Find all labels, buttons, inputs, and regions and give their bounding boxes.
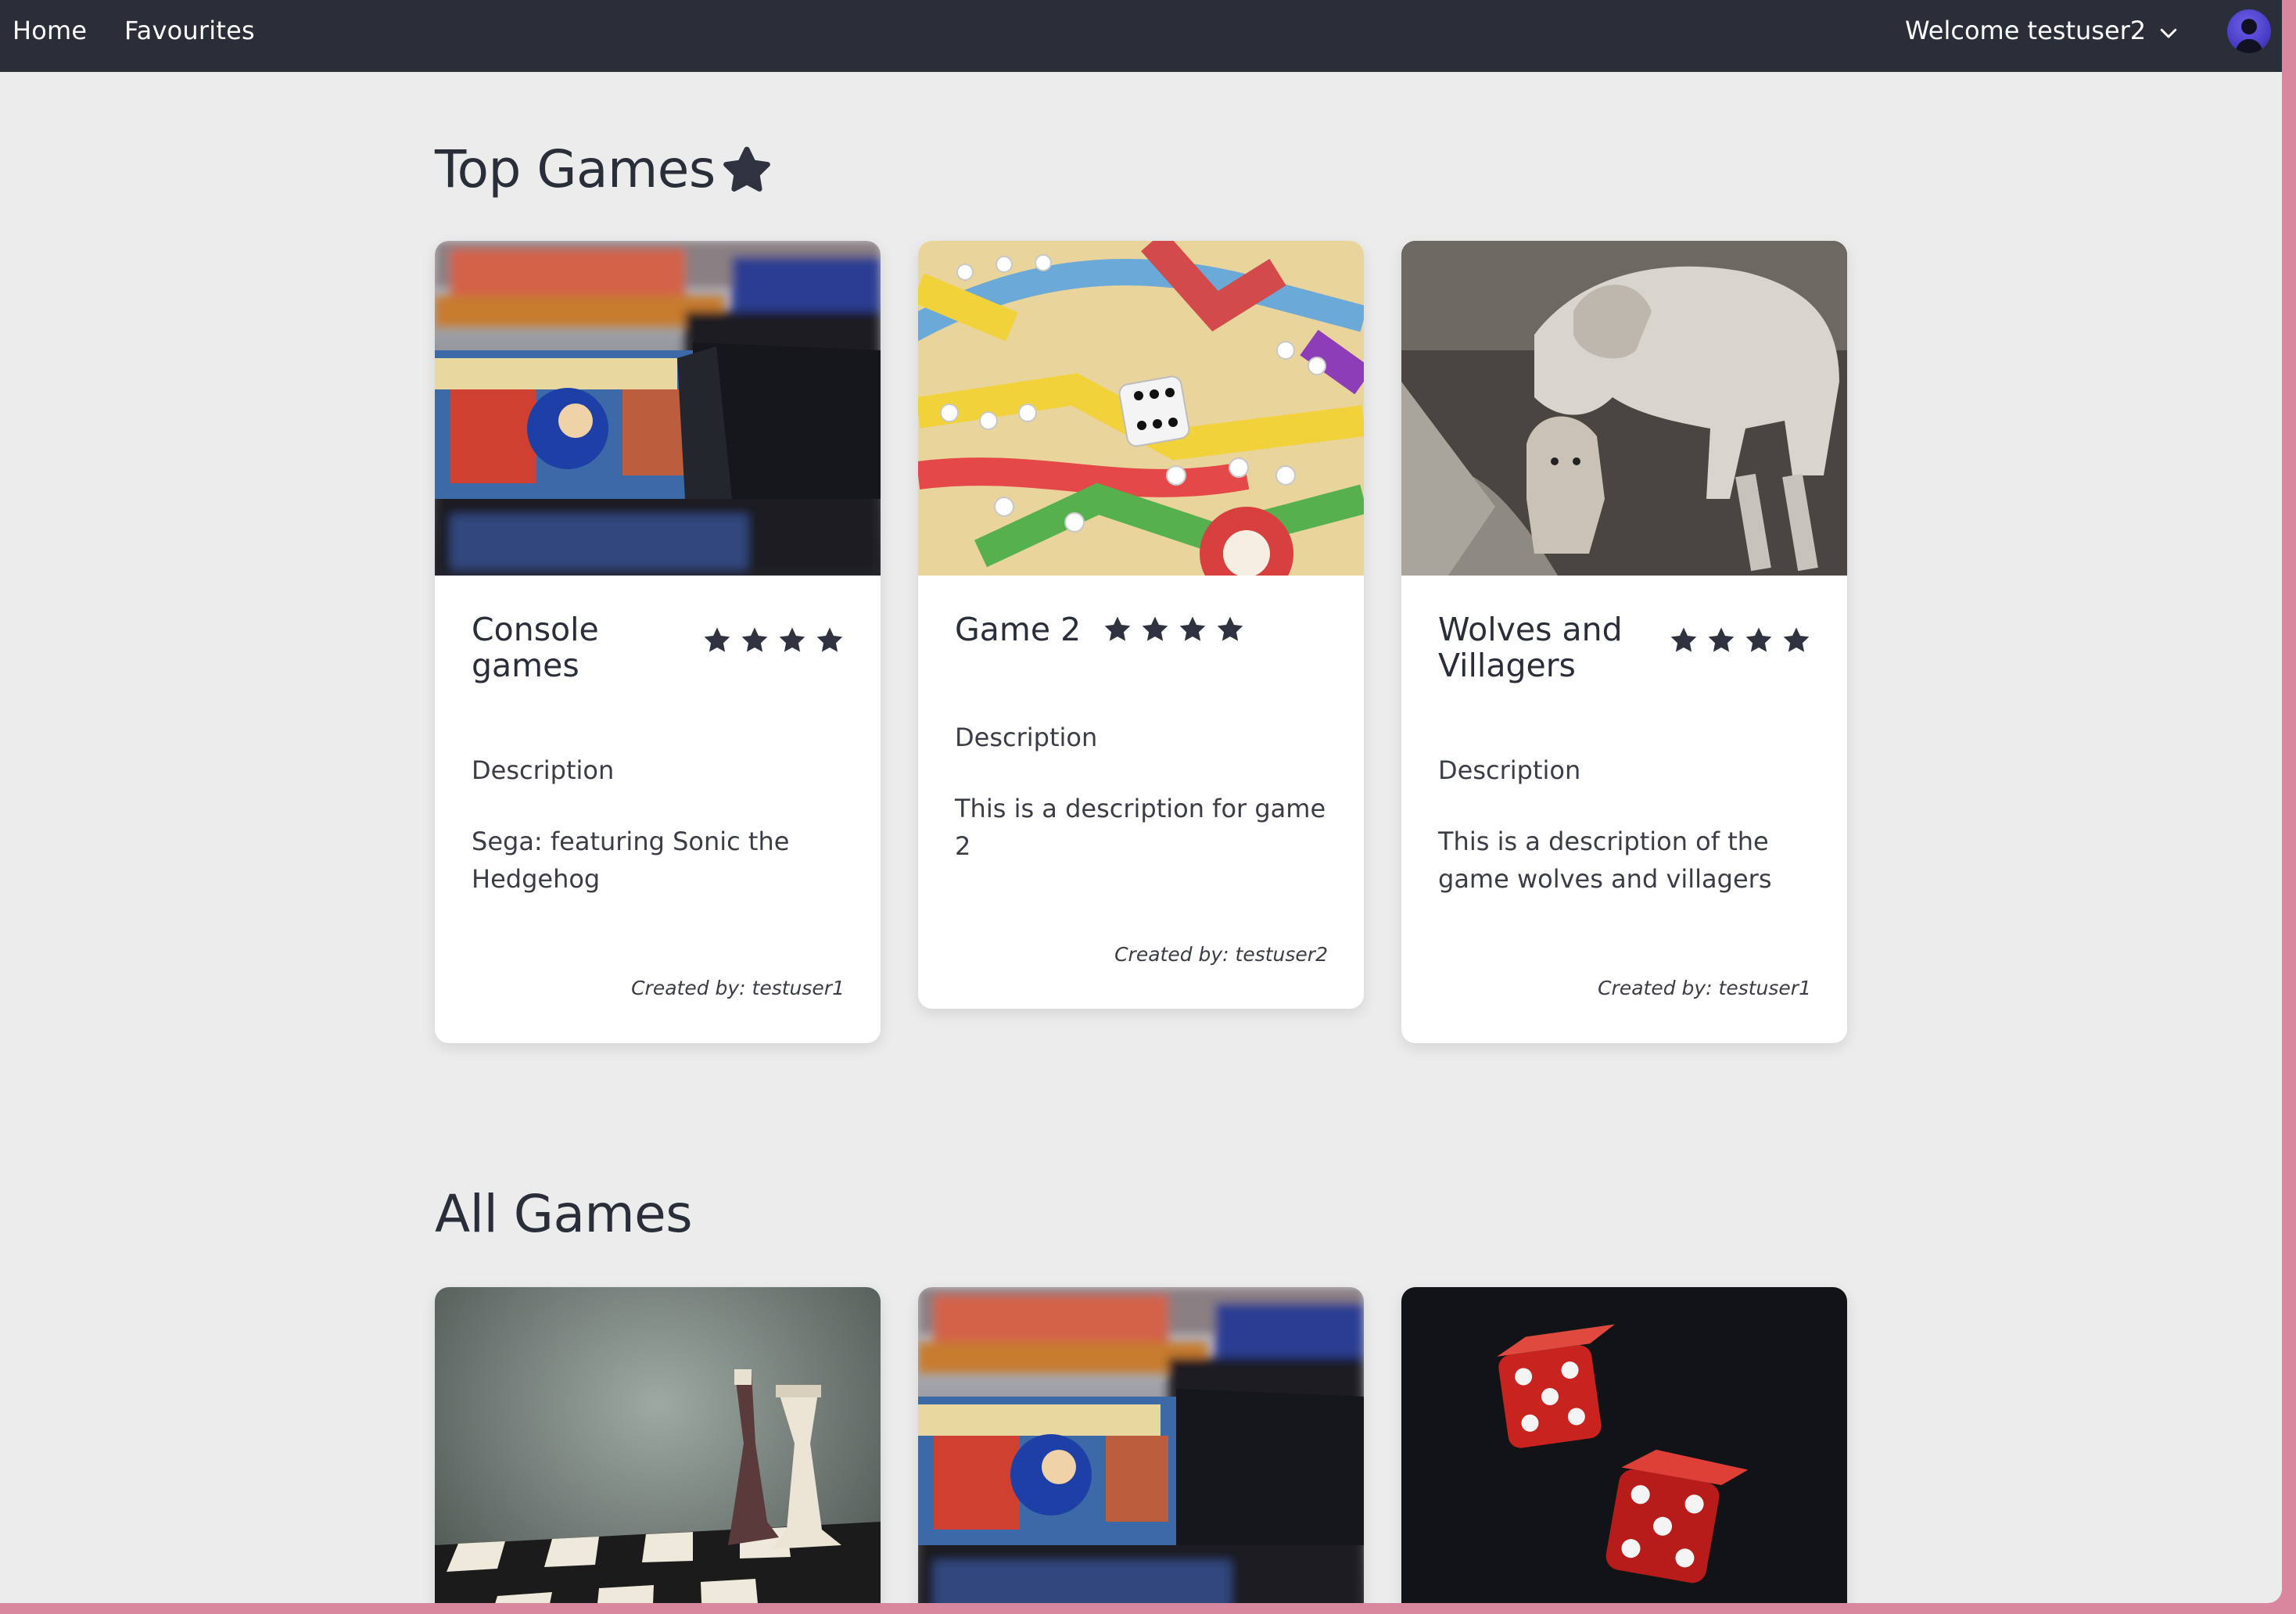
all-game-card[interactable] [435, 1287, 881, 1603]
nav-home-link[interactable]: Home [13, 16, 87, 45]
chevron-down-icon [2160, 28, 2177, 38]
chess-pieces-image [435, 1287, 881, 1603]
star-icon [1178, 615, 1207, 644]
red-dice-image [1401, 1287, 1847, 1603]
card-body: Wolves and Villagers Description This is… [1401, 576, 1847, 898]
all-game-card[interactable] [918, 1287, 1364, 1603]
top-games-heading: Top Games [435, 139, 775, 199]
welcome-text: Welcome testuser2 [1905, 16, 2147, 45]
console-cartridges-image [918, 1287, 1364, 1603]
description-text: This is a description of the game wolves… [1438, 827, 1772, 894]
game-title: Console games [472, 611, 599, 684]
top-game-card[interactable]: Game 2 Description This is a description… [918, 241, 1364, 1009]
star-icon [1744, 626, 1774, 655]
star-icon [740, 626, 770, 655]
star-icon [1103, 615, 1132, 644]
star-icon [1215, 615, 1245, 644]
nav-favourites-link[interactable]: Favourites [124, 16, 255, 45]
wolves-image [1401, 241, 1847, 576]
star-icon [1669, 626, 1699, 655]
top-game-card[interactable]: Wolves and Villagers Description This is… [1401, 241, 1847, 1043]
star-icon [815, 626, 845, 655]
star-rating [1103, 615, 1245, 644]
user-menu-dropdown[interactable]: Welcome testuser2 [1905, 16, 2180, 45]
card-body: Game 2 Description This is a description… [918, 576, 1364, 865]
star-rating [1669, 626, 1811, 655]
star-icon [702, 626, 732, 655]
description-label: Description [955, 723, 1098, 752]
star-icon [1781, 626, 1811, 655]
created-by-text: Created by: testuser2 [1114, 943, 1328, 966]
star-icon [777, 626, 807, 655]
top-navbar: Home Favourites Welcome testuser2 [0, 0, 2282, 72]
console-cartridges-image [435, 241, 881, 576]
card-body: Console games Description Sega: featurin… [435, 576, 881, 898]
all-games-heading: All Games [435, 1184, 693, 1244]
description-label: Description [1438, 755, 1581, 785]
star-icon [1140, 615, 1170, 644]
ludo-board-image [918, 241, 1364, 576]
all-game-card[interactable] [1401, 1287, 1847, 1603]
star-icon [719, 142, 775, 198]
all-games-title: All Games [435, 1184, 693, 1244]
page-viewport: Home Favourites Welcome testuser2 Top Ga… [0, 0, 2282, 1603]
description-text: This is a description for game 2 [955, 794, 1326, 861]
created-by-text: Created by: testuser1 [1598, 977, 1811, 999]
top-games-title: Top Games [435, 139, 716, 199]
star-rating [702, 626, 845, 655]
top-game-card[interactable]: Console games Description Sega: featurin… [435, 241, 881, 1043]
game-title: Game 2 [955, 611, 1082, 648]
description-text: Sega: featuring Sonic the Hedgehog [472, 827, 790, 894]
created-by-text: Created by: testuser1 [631, 977, 845, 999]
description-label: Description [472, 755, 615, 785]
user-avatar-icon[interactable] [2227, 9, 2271, 53]
game-title: Wolves and Villagers [1438, 611, 1623, 684]
star-icon [1706, 626, 1736, 655]
